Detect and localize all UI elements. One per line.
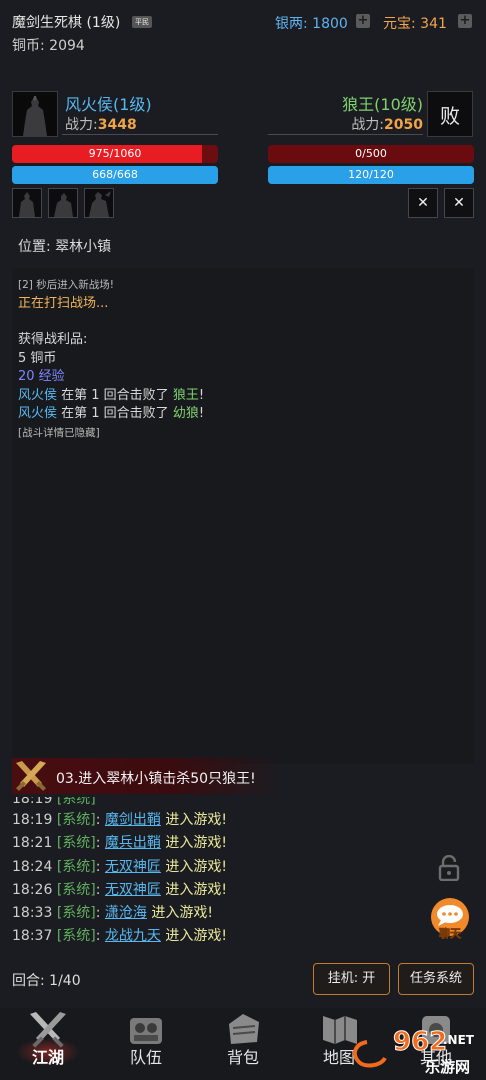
enemy-slot-2-close[interactable]: ✕ bbox=[444, 188, 474, 218]
battle-log[interactable]: [2] 秒后进入新战场! 正在打扫战场... 获得战利品: 5 铜币 20 经验… bbox=[12, 268, 474, 764]
silver-balance: 银两: 1800 bbox=[275, 16, 348, 32]
details-hidden-text: [战斗详情已隐藏] bbox=[18, 426, 100, 439]
countdown-text: [2] 秒后进入新战场! bbox=[18, 279, 114, 291]
loot-title: 获得战利品: bbox=[18, 332, 88, 347]
player-hp-bar: 975/1060 bbox=[12, 145, 218, 163]
warrior-silhouette-icon bbox=[13, 92, 57, 136]
watermark-net: .NET bbox=[443, 1033, 475, 1047]
chat-line: 18:37 [系统]: 龙战九天 进入游戏! bbox=[12, 928, 227, 945]
chat-user-link[interactable]: 无双神匠 bbox=[105, 882, 161, 898]
chat-user-link[interactable]: 魔兵出鞘 bbox=[105, 835, 161, 851]
enemy-power-value: 2050 bbox=[384, 117, 423, 133]
nav-jianghu[interactable]: 江湖 bbox=[12, 1010, 84, 1072]
log-spacer bbox=[18, 313, 468, 331]
chat-user-link[interactable]: 无双神匠 bbox=[105, 859, 161, 875]
current-location: 位置: 翠林小镇 bbox=[18, 239, 112, 255]
enemy-power: 战力:2050 bbox=[351, 117, 423, 133]
loot-copper: 5 铜币 bbox=[18, 350, 57, 366]
player-avatar[interactable] bbox=[12, 91, 58, 137]
watermark-logo: 962 bbox=[393, 1027, 447, 1057]
loot-exp: 20 经验 bbox=[18, 369, 65, 384]
nav-jianghu-label: 江湖 bbox=[31, 1048, 64, 1067]
enemy-hp-text: 0/500 bbox=[355, 147, 387, 160]
enemy-avatar[interactable]: 败 bbox=[427, 91, 473, 137]
defeated-label: 败 bbox=[440, 103, 460, 128]
quest-text: 03.进入翠林小镇击杀50只狼王! bbox=[56, 771, 256, 787]
copper-balance: 铜币: 2094 bbox=[12, 38, 85, 54]
enemy-hp-bar: 0/500 bbox=[268, 145, 474, 163]
nav-bag-label: 背包 bbox=[226, 1048, 259, 1067]
round-counter: 回合: 1/40 bbox=[12, 973, 81, 989]
fighter-silhouette-icon bbox=[89, 191, 111, 217]
fighter-silhouette-icon bbox=[19, 192, 35, 217]
player-power: 战力:3448 bbox=[65, 117, 137, 133]
fighter-silhouette-icon bbox=[54, 193, 73, 217]
chat-user-link[interactable]: 魔剑出鞘 bbox=[105, 812, 161, 828]
chat-user-link[interactable]: 潇沧海 bbox=[105, 905, 147, 921]
player-title: 魔剑生死棋 (1级) bbox=[12, 15, 121, 31]
player-divider bbox=[62, 134, 218, 135]
chat-line: 18:26 [系统]: 无双神匠 进入游戏! bbox=[12, 881, 227, 898]
enemy-divider bbox=[268, 134, 423, 135]
kill-line-2: 风火侯 在第 1 回合击败了 幼狼! bbox=[18, 406, 205, 421]
add-silver-button[interactable]: + bbox=[356, 14, 370, 28]
kill-line-1: 风火侯 在第 1 回合击败了 狼王! bbox=[18, 387, 205, 403]
nav-team-label: 队伍 bbox=[129, 1048, 162, 1067]
crossed-swords-icon bbox=[16, 761, 46, 791]
chat-button[interactable]: 聊天 bbox=[427, 896, 473, 942]
chat-user-link[interactable]: 龙战九天 bbox=[105, 928, 161, 944]
enemy-name: 狼王(10级) bbox=[342, 95, 423, 114]
enemy-slot-1-close[interactable]: ✕ bbox=[408, 188, 438, 218]
add-yuanbao-button[interactable]: + bbox=[458, 14, 472, 28]
chat-line: 18:33 [系统]: 潇沧海 进入游戏! bbox=[12, 905, 213, 922]
nav-bag[interactable]: 背包 bbox=[207, 1010, 279, 1072]
chat-line: 18:24 [系统]: 无双神匠 进入游戏! bbox=[12, 858, 227, 875]
auto-battle-toggle[interactable]: 挂机: 开 bbox=[313, 963, 390, 995]
chat-line: 18:21 [系统]: 魔兵出鞘 进入游戏! bbox=[12, 835, 227, 852]
chat-button-label: 聊天 bbox=[439, 926, 462, 940]
enemy-mp-text: 120/120 bbox=[348, 168, 394, 181]
player-name: 风火侯(1级) bbox=[65, 95, 152, 114]
chat-bubble-icon: 聊天 bbox=[431, 898, 469, 940]
team-slot-3[interactable] bbox=[84, 188, 114, 218]
chat-line-clipped: 18:19 [系统] bbox=[12, 797, 96, 807]
team-slot-2[interactable] bbox=[48, 188, 78, 218]
lock-icon[interactable] bbox=[437, 855, 461, 881]
enemy-mp-bar: 120/120 bbox=[268, 166, 474, 184]
watermark-sub: 乐游网 bbox=[425, 1058, 470, 1076]
task-system-button[interactable]: 任务系统 bbox=[398, 963, 474, 995]
chat-feed[interactable]: 18:19 [系统] 18:19 [系统]: 魔剑出鞘 进入游戏! 18:21 … bbox=[12, 797, 432, 949]
site-watermark: 962 .NET 乐游网 bbox=[352, 1027, 475, 1076]
team-slot-1[interactable] bbox=[12, 188, 42, 218]
cleanup-text: 正在打扫战场... bbox=[18, 295, 109, 311]
player-hp-text: 975/1060 bbox=[88, 147, 142, 160]
player-mp-text: 668/668 bbox=[92, 168, 138, 181]
chat-line: 18:19 [系统]: 魔剑出鞘 进入游戏! bbox=[12, 812, 227, 828]
yuanbao-balance: 元宝: 341 bbox=[383, 16, 447, 32]
player-mp-bar: 668/668 bbox=[12, 166, 218, 184]
rank-badge: 平民 bbox=[132, 16, 152, 28]
nav-team[interactable]: 队伍 bbox=[110, 1010, 182, 1072]
player-power-value: 3448 bbox=[97, 117, 137, 133]
